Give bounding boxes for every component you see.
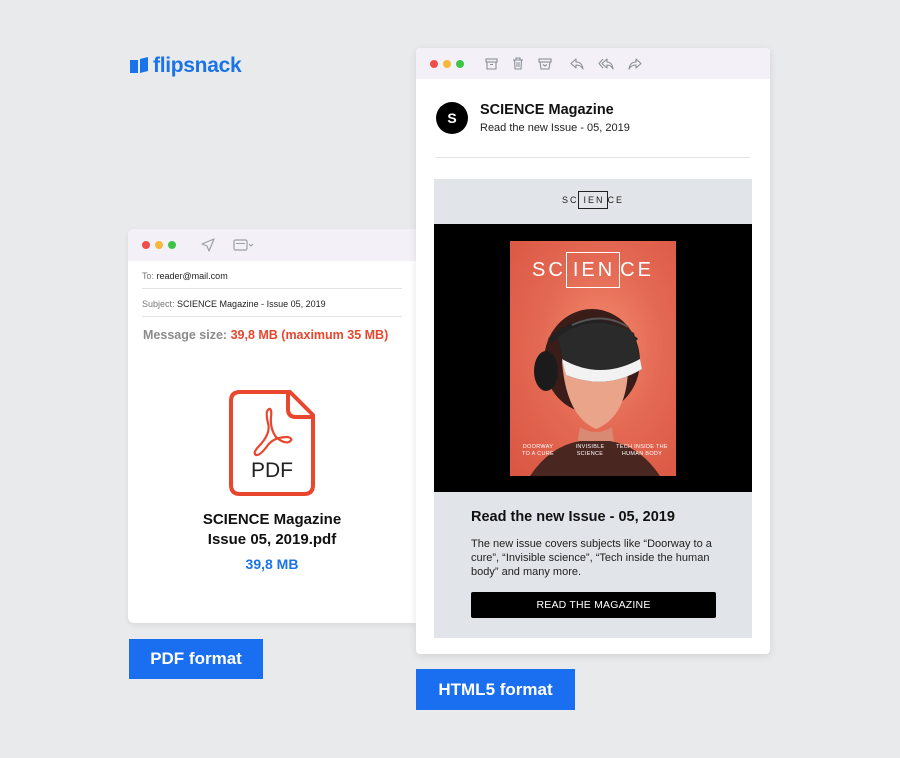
trash-icon[interactable] xyxy=(512,57,524,70)
cover-title-box: IEN xyxy=(565,252,621,288)
cover-banner: SC IEN CE DOORWAY TO A CURE INVISIBLE SCIE… xyxy=(434,224,752,492)
close-window-button[interactable] xyxy=(430,59,438,68)
calendar-icon[interactable] xyxy=(233,239,255,251)
forward-icon[interactable] xyxy=(628,57,642,70)
pdf-icon-label: PDF xyxy=(251,459,293,482)
to-field[interactable]: To: reader@mail.com xyxy=(142,261,402,289)
newsletter-logo-box: IEN xyxy=(578,191,608,209)
newsletter-body: SC IEN CE SC IEN CE DOORWAY TO A CURE IN… xyxy=(434,179,752,638)
reply-all-icon[interactable] xyxy=(598,57,614,70)
minimize-window-button[interactable] xyxy=(443,59,451,68)
cover-caption-1: DOORWAY TO A CURE xyxy=(522,444,554,457)
subject-field[interactable]: Subject: SCIENCE Magazine - Issue 05, 20… xyxy=(142,289,402,317)
html-window-titlebar xyxy=(416,48,770,79)
pdf-window-titlebar xyxy=(128,229,416,261)
message-size: Message size: 39,8 MB (maximum 35 MB) xyxy=(143,328,401,342)
minimize-window-button[interactable] xyxy=(155,241,163,249)
attachment-name-line2: Issue 05, 2019.pdf xyxy=(207,531,337,548)
pdf-format-label: PDF format xyxy=(129,639,263,679)
archive-icon[interactable] xyxy=(485,57,498,70)
email-subject: Read the new Issue - 05, 2019 xyxy=(480,122,630,134)
attachment-size: 39,8 MB xyxy=(245,556,299,572)
read-magazine-button[interactable]: READ THE MAGAZINE xyxy=(471,592,716,618)
html5-format-label: HTML5 format xyxy=(416,669,575,710)
attachment-name-line1: SCIENCE Magazine xyxy=(202,511,342,528)
avatar: S xyxy=(436,102,468,134)
inbox-icon[interactable] xyxy=(538,57,552,70)
cover-title-right: CE xyxy=(620,259,654,281)
magazine-cover-image[interactable]: SC IEN CE DOORWAY TO A CURE INVISIBLE SCIE… xyxy=(510,241,676,476)
header-divider xyxy=(436,157,750,158)
message-size-value: 39,8 MB (maximum 35 MB) xyxy=(230,328,389,342)
sender-name: SCIENCE Magazine xyxy=(480,102,614,118)
pdf-file-icon[interactable]: PDF xyxy=(228,389,316,497)
cover-title: SC IEN CE xyxy=(510,252,676,288)
maximize-window-button[interactable] xyxy=(456,59,464,68)
subject-value: SCIENCE Magazine - Issue 05, 2019 xyxy=(177,299,326,309)
newsletter-logo-left: SC xyxy=(561,195,579,205)
newsletter-logo: SC IEN CE xyxy=(434,191,752,209)
send-icon[interactable] xyxy=(201,238,215,252)
maximize-window-button[interactable] xyxy=(168,241,176,249)
newsletter-heading: Read the new Issue - 05, 2019 xyxy=(471,509,675,525)
to-label: To: xyxy=(142,271,155,281)
subject-label: Subject: xyxy=(142,299,175,309)
html-email-window: S SCIENCE Magazine Read the new Issue - … xyxy=(416,48,770,654)
to-value: reader@mail.com xyxy=(156,271,228,281)
logo-text: flipsnack xyxy=(153,54,242,77)
newsletter-logo-right: CE xyxy=(607,195,625,205)
reply-icon[interactable] xyxy=(570,57,584,70)
cover-title-left: SC xyxy=(532,259,566,281)
message-size-label: Message size: xyxy=(143,328,228,342)
pdf-email-window: To: reader@mail.com Subject: SCIENCE Mag… xyxy=(128,229,416,623)
email-sender-header: S SCIENCE Magazine Read the new Issue - … xyxy=(436,101,630,134)
book-icon xyxy=(130,57,148,73)
attachment-name[interactable]: SCIENCE Magazine Issue 05, 2019.pdf xyxy=(128,510,416,550)
flipsnack-logo: flipsnack xyxy=(129,54,242,78)
newsletter-body-text: The new issue covers subjects like “Door… xyxy=(471,538,712,578)
cover-caption-2: INVISIBLE SCIENCE xyxy=(575,444,605,457)
cover-caption-3: TECH INSIDE THE HUMAN BODY xyxy=(616,444,668,457)
close-window-button[interactable] xyxy=(142,241,150,249)
